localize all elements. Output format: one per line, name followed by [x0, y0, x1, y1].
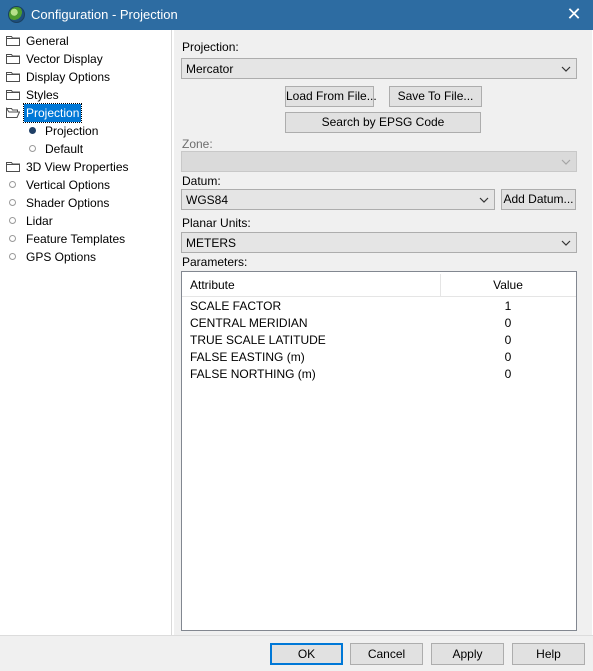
- table-header: Attribute Value: [182, 272, 576, 297]
- table-row[interactable]: FALSE EASTING (m) 0: [182, 349, 576, 366]
- search-by-epsg-button[interactable]: Search by EPSG Code: [285, 112, 481, 133]
- attribute-cell: TRUE SCALE LATITUDE: [190, 333, 326, 347]
- add-datum-button[interactable]: Add Datum...: [501, 189, 576, 210]
- tree-item-label: Lidar: [26, 214, 53, 228]
- attribute-cell: SCALE FACTOR: [190, 299, 282, 313]
- tree-item-label: Shader Options: [26, 196, 110, 210]
- column-header-value[interactable]: Value: [440, 278, 576, 292]
- app-globe-icon: [8, 6, 25, 23]
- tree-item-label: Styles: [26, 88, 59, 102]
- tree-item-label: Display Options: [26, 70, 111, 84]
- tree-item-label: Vector Display: [26, 52, 103, 66]
- tree-item-label: Projection: [45, 124, 99, 138]
- dialog-button-bar: OK Cancel Apply Help: [0, 635, 593, 671]
- save-to-file-button[interactable]: Save To File...: [389, 86, 482, 107]
- close-button[interactable]: ✕: [555, 0, 593, 30]
- zone-label: Zone:: [182, 137, 213, 151]
- value-cell: 0: [504, 367, 512, 381]
- chevron-down-icon: [561, 66, 571, 72]
- chevron-down-icon: [561, 240, 571, 246]
- projection-value: Mercator: [186, 62, 234, 76]
- folder-icon: [6, 90, 20, 100]
- value-cell: 0: [504, 316, 512, 330]
- tree-item-label: General: [26, 34, 69, 48]
- tree-item-label: Feature Templates: [26, 232, 126, 246]
- chevron-down-icon: [561, 159, 571, 165]
- folder-icon: [6, 54, 20, 64]
- bullet-filled-icon: [29, 127, 36, 134]
- ok-button[interactable]: OK: [270, 643, 343, 665]
- bullet-icon: [9, 199, 16, 206]
- tree-item-label: 3D View Properties: [26, 160, 129, 174]
- tree-item-label: GPS Options: [26, 250, 97, 264]
- attribute-cell: FALSE EASTING (m): [190, 350, 305, 364]
- folder-icon: [6, 72, 20, 82]
- parameters-table[interactable]: Attribute Value SCALE FACTOR 1 CENTRAL M…: [181, 271, 577, 631]
- datum-select[interactable]: WGS84: [181, 189, 495, 210]
- settings-tree: General Vector Display Display Options S…: [1, 30, 172, 635]
- datum-label: Datum:: [182, 174, 221, 188]
- value-cell: 0: [504, 350, 512, 364]
- table-row[interactable]: SCALE FACTOR 1: [182, 298, 576, 315]
- bullet-icon: [29, 145, 36, 152]
- table-row[interactable]: TRUE SCALE LATITUDE 0: [182, 332, 576, 349]
- tree-item-label: Projection: [22, 103, 83, 123]
- load-from-file-button[interactable]: Load From File...: [285, 86, 377, 107]
- value-cell: 1: [504, 299, 512, 313]
- folder-icon: [6, 162, 20, 172]
- bullet-icon: [9, 253, 16, 260]
- planar-units-select[interactable]: METERS: [181, 232, 577, 253]
- table-row[interactable]: FALSE NORTHING (m) 0: [182, 366, 576, 383]
- planar-units-value: METERS: [186, 236, 237, 250]
- projection-label: Projection:: [182, 40, 239, 54]
- projection-select[interactable]: Mercator: [181, 58, 577, 79]
- parameters-label: Parameters:: [182, 255, 248, 269]
- zone-select[interactable]: [181, 151, 577, 172]
- tree-item-label: Vertical Options: [26, 178, 111, 192]
- title-bar: Configuration - Projection ✕: [0, 0, 593, 30]
- bullet-icon: [9, 217, 16, 224]
- value-cell: 0: [504, 333, 512, 347]
- folder-icon: [6, 36, 20, 46]
- bullet-icon: [9, 235, 16, 242]
- folder-open-icon: [6, 107, 20, 118]
- column-header-attribute[interactable]: Attribute: [190, 278, 235, 292]
- projection-panel: Projection: Mercator Load From File... S…: [174, 30, 592, 635]
- help-button[interactable]: Help: [512, 643, 585, 665]
- attribute-cell: CENTRAL MERIDIAN: [190, 316, 308, 330]
- attribute-cell: FALSE NORTHING (m): [190, 367, 316, 381]
- table-row[interactable]: CENTRAL MERIDIAN 0: [182, 315, 576, 332]
- planar-units-label: Planar Units:: [182, 216, 251, 230]
- apply-button[interactable]: Apply: [431, 643, 504, 665]
- chevron-down-icon: [479, 197, 489, 203]
- datum-value: WGS84: [186, 193, 229, 207]
- cancel-button[interactable]: Cancel: [350, 643, 423, 665]
- window-title: Configuration - Projection: [31, 7, 178, 22]
- tree-item-label: Default: [45, 142, 84, 156]
- bullet-icon: [9, 181, 16, 188]
